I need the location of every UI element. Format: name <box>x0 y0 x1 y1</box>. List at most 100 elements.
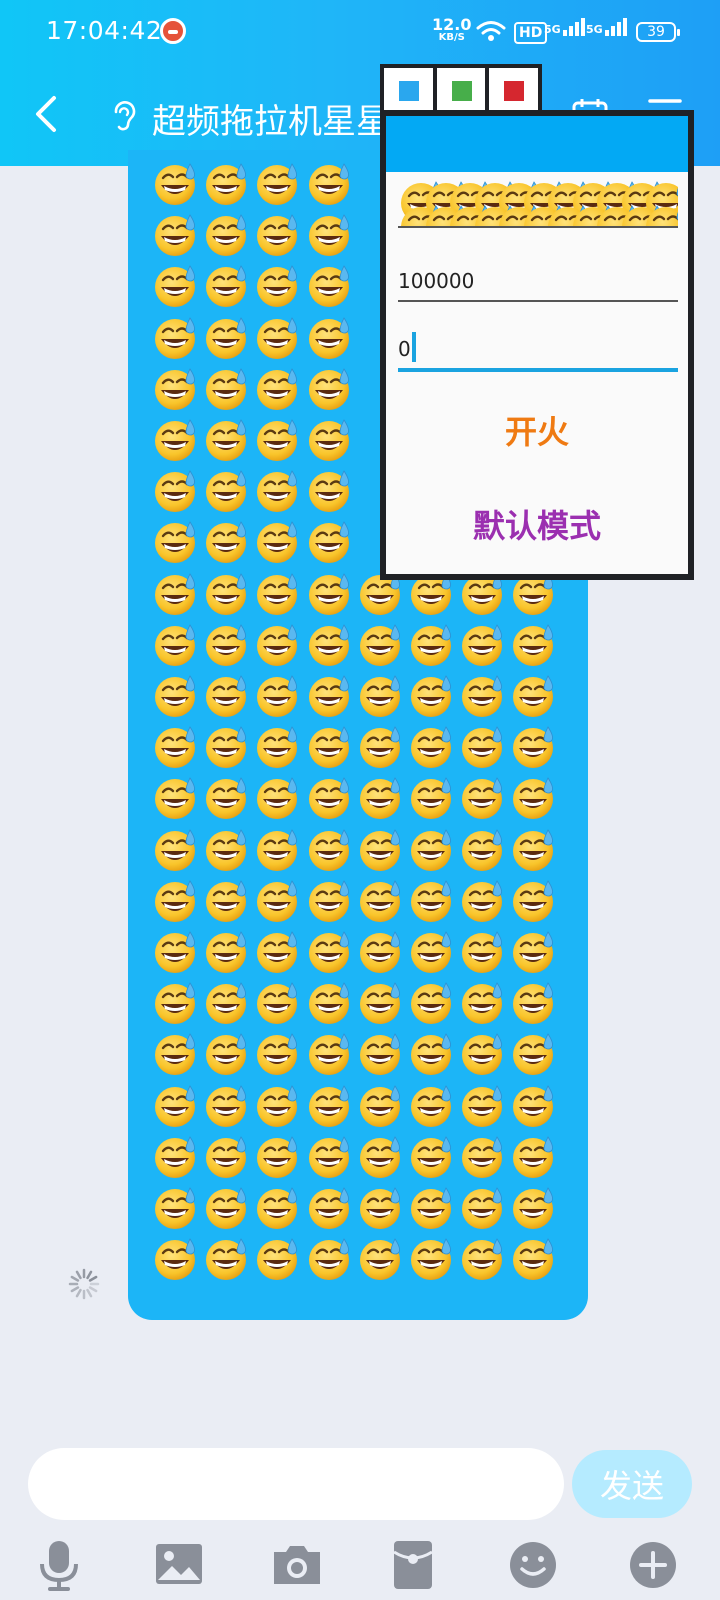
sweat-smile-emoji-icon <box>510 621 558 669</box>
chat-title[interactable]: 超频拖拉机星星 <box>152 94 390 143</box>
sim2-label: 5G <box>586 23 603 36</box>
sweat-smile-emoji-icon <box>203 365 251 413</box>
message-content-field[interactable] <box>398 176 678 228</box>
sweat-smile-emoji-icon <box>306 1030 354 1078</box>
sweat-smile-emoji-icon <box>619 178 643 202</box>
interval-input[interactable] <box>398 330 678 372</box>
sweat-smile-emoji-icon <box>203 774 251 822</box>
sweat-smile-emoji-icon <box>306 826 354 874</box>
sweat-smile-emoji-icon <box>254 211 302 259</box>
sweat-smile-emoji-icon <box>203 518 251 566</box>
sweat-smile-emoji-icon <box>152 979 200 1027</box>
overlay-tab-blue[interactable] <box>384 68 433 112</box>
sweat-smile-emoji-icon <box>306 1184 354 1232</box>
sweat-smile-emoji-icon <box>254 467 302 515</box>
back-arrow-icon[interactable] <box>28 92 68 136</box>
sweat-smile-emoji-icon <box>203 416 251 464</box>
sweat-smile-emoji-icon <box>408 1082 456 1130</box>
sweat-smile-emoji-icon <box>510 826 558 874</box>
overlay-tab-green[interactable] <box>436 68 486 112</box>
network-speed: 12.0 KB/S <box>432 17 471 44</box>
sweat-smile-emoji-icon <box>254 877 302 925</box>
sweat-smile-emoji-icon <box>306 570 354 618</box>
sweat-smile-emoji-icon <box>306 1133 354 1181</box>
red-packet-icon[interactable] <box>386 1538 440 1592</box>
sweat-smile-emoji-icon <box>510 877 558 925</box>
text-cursor <box>412 332 416 362</box>
sweat-smile-emoji-icon <box>152 211 200 259</box>
sweat-smile-emoji-icon <box>408 928 456 976</box>
sweat-smile-emoji-icon <box>152 621 200 669</box>
sweat-smile-emoji-icon <box>306 1082 354 1130</box>
sweat-smile-emoji-icon <box>306 467 354 515</box>
status-time: 17:04:42 <box>46 16 163 45</box>
sweat-smile-emoji-icon <box>459 672 507 720</box>
sweat-smile-emoji-icon <box>459 826 507 874</box>
sweat-smile-emoji-icon <box>254 262 302 310</box>
sweat-smile-emoji-icon <box>203 314 251 362</box>
sweat-smile-emoji-icon <box>152 467 200 515</box>
default-mode-button[interactable]: 默认模式 <box>386 496 688 552</box>
sweat-smile-emoji-icon <box>594 202 618 226</box>
sweat-smile-emoji-icon <box>357 979 405 1027</box>
message-input[interactable] <box>28 1448 564 1520</box>
sweat-smile-emoji-icon <box>619 202 643 226</box>
sweat-smile-emoji-icon <box>408 1133 456 1181</box>
app-notification-icon <box>160 18 186 44</box>
sweat-smile-emoji-icon <box>408 621 456 669</box>
sweat-smile-emoji-icon <box>357 774 405 822</box>
sweat-smile-emoji-icon <box>254 826 302 874</box>
send-button[interactable]: 发送 <box>572 1450 692 1518</box>
sweat-smile-emoji-icon <box>306 979 354 1027</box>
signal-sim1-icon: 5G <box>544 18 587 36</box>
sweat-smile-emoji-icon <box>152 826 200 874</box>
overlay-tab-strip <box>380 64 542 116</box>
control-panel-header[interactable] <box>386 116 688 172</box>
sweat-smile-emoji-icon <box>398 178 422 202</box>
sweat-smile-emoji-icon <box>357 1184 405 1232</box>
sweat-smile-emoji-icon <box>306 774 354 822</box>
sweat-smile-emoji-icon <box>510 979 558 1027</box>
fire-button[interactable]: 开火 <box>386 402 688 458</box>
repeat-count-input[interactable] <box>398 262 678 302</box>
sweat-smile-emoji-icon <box>459 723 507 771</box>
sweat-smile-emoji-icon <box>643 202 667 226</box>
status-bar: 17:04:42 12.0 KB/S HD 5G 5G 39 <box>0 0 720 64</box>
sweat-smile-emoji-icon <box>423 178 447 202</box>
sweat-smile-emoji-icon <box>203 570 251 618</box>
sweat-smile-emoji-icon <box>152 314 200 362</box>
sweat-smile-emoji-icon <box>306 928 354 976</box>
microphone-icon[interactable] <box>32 1538 86 1592</box>
sweat-smile-emoji-icon <box>459 1030 507 1078</box>
sweat-smile-emoji-icon <box>306 1235 354 1283</box>
overlay-tab-red[interactable] <box>489 68 539 112</box>
blue-square-icon <box>399 81 419 101</box>
sweat-smile-emoji-icon <box>496 178 520 202</box>
sweat-smile-emoji-icon <box>510 1030 558 1078</box>
plus-icon[interactable] <box>626 1538 680 1592</box>
sweat-smile-emoji-icon <box>203 467 251 515</box>
emoji-face-icon[interactable] <box>506 1538 560 1592</box>
sweat-smile-emoji-icon <box>510 1133 558 1181</box>
sweat-smile-emoji-icon <box>459 1184 507 1232</box>
sweat-smile-emoji-icon <box>408 1184 456 1232</box>
sweat-smile-emoji-icon <box>152 672 200 720</box>
sweat-smile-emoji-icon <box>459 928 507 976</box>
sweat-smile-emoji-icon <box>545 202 569 226</box>
sweat-smile-emoji-icon <box>510 723 558 771</box>
sweat-smile-emoji-icon <box>496 202 520 226</box>
sweat-smile-emoji-icon <box>408 1235 456 1283</box>
sweat-smile-emoji-icon <box>254 365 302 413</box>
camera-icon[interactable] <box>270 1538 324 1592</box>
sweat-smile-emoji-icon <box>152 1133 200 1181</box>
signal-sim2-icon: 5G <box>586 18 629 36</box>
hd-badge: HD <box>514 22 548 44</box>
image-icon[interactable] <box>152 1538 206 1592</box>
sweat-smile-emoji-icon <box>447 202 471 226</box>
sweat-smile-emoji-icon <box>306 621 354 669</box>
sweat-smile-emoji-icon <box>357 1235 405 1283</box>
sweat-smile-emoji-icon <box>254 1030 302 1078</box>
sweat-smile-emoji-icon <box>408 723 456 771</box>
sweat-smile-emoji-icon <box>357 1133 405 1181</box>
sweat-smile-emoji-icon <box>306 211 354 259</box>
